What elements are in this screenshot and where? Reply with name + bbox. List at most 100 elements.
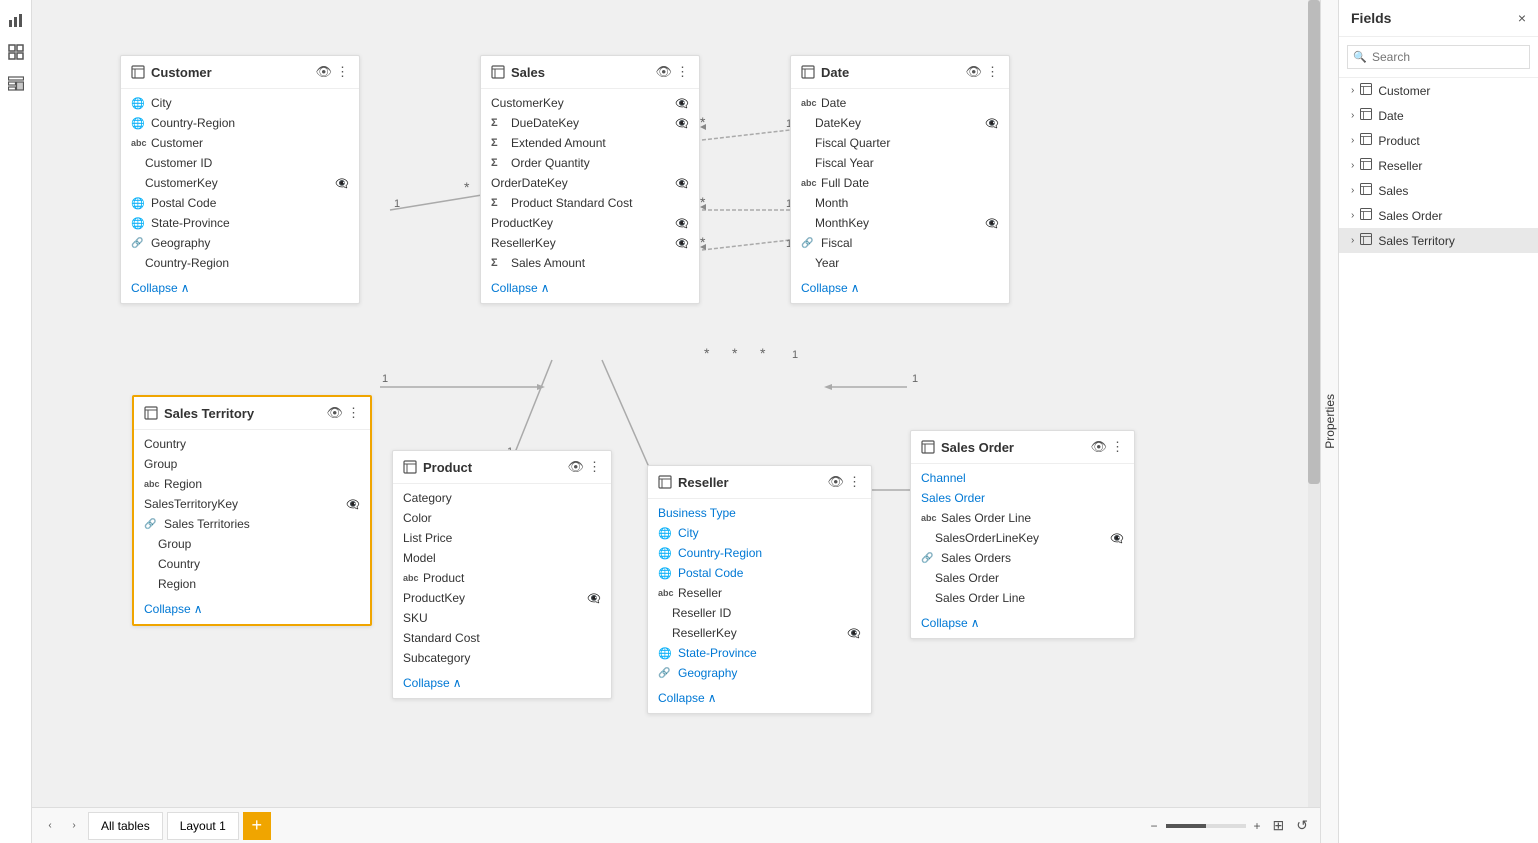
product-table-body: Category Color List Price Model abc Prod… [393, 484, 611, 672]
reseller-table: Reseller 👁 ⋮ Business Type 🌐 City 🌐 Coun… [647, 465, 872, 714]
sales-table-actions: 👁 ⋮ [655, 64, 689, 80]
sales-collapse[interactable]: Collapse ∧ [481, 277, 699, 303]
collapse-label: Collapse [801, 281, 848, 295]
zoom-slider[interactable] [1166, 824, 1246, 828]
refresh-icon[interactable]: ↺ [1292, 817, 1312, 834]
field-name: CustomerKey [145, 176, 218, 190]
nav-next-btn[interactable]: › [64, 816, 84, 836]
zoom-plus-btn[interactable]: + [1250, 819, 1265, 833]
svg-text:1: 1 [912, 373, 918, 385]
fit-icon[interactable]: ⊞ [1269, 817, 1289, 834]
field-row: Standard Cost [393, 628, 611, 648]
layout1-tab[interactable]: Layout 1 [167, 812, 239, 840]
field-name: Reseller [678, 586, 722, 600]
date-more-icon[interactable]: ⋮ [986, 64, 999, 80]
nav-prev-btn[interactable]: ‹ [40, 816, 60, 836]
customer-more-icon[interactable]: ⋮ [336, 64, 349, 80]
sales-order-collapse[interactable]: Collapse ∧ [911, 612, 1134, 638]
hierarchy-icon: 🔗 [658, 668, 672, 679]
globe-icon: 🌐 [131, 117, 145, 130]
table-icon [1360, 108, 1372, 123]
hidden-icon: 👁‍🗨 [675, 217, 689, 230]
all-tables-tab[interactable]: All tables [88, 812, 163, 840]
collapse-label: Collapse [491, 281, 538, 295]
field-row: Group [134, 454, 370, 474]
field-row: Fiscal Year [791, 153, 1009, 173]
canvas-scrollbar-thumb-v[interactable] [1308, 0, 1320, 484]
field-item-customer[interactable]: › Customer [1339, 78, 1538, 103]
canvas-area[interactable]: 1 * * * * 1 1 1 1 1 [32, 0, 1320, 807]
field-item-sales[interactable]: › Sales [1339, 178, 1538, 203]
reseller-table-icon [658, 475, 672, 489]
abc-icon: abc [801, 178, 815, 188]
model-icon[interactable] [4, 72, 28, 96]
chevron-right-icon: › [1351, 210, 1354, 221]
product-table-header: Product 👁 ⋮ [393, 451, 611, 484]
sales-table-title: Sales [511, 65, 649, 80]
product-eye-icon[interactable]: 👁 [567, 459, 584, 475]
sales-more-icon[interactable]: ⋮ [676, 64, 689, 80]
field-item-reseller[interactable]: › Reseller [1339, 153, 1538, 178]
field-row: Fiscal Quarter [791, 133, 1009, 153]
hidden-icon: 👁‍🗨 [346, 498, 360, 511]
field-item-label: Sales Territory [1378, 234, 1454, 248]
sales-territory-collapse[interactable]: Collapse ∧ [134, 598, 370, 624]
field-row: abc Customer [121, 133, 359, 153]
field-item-date[interactable]: › Date [1339, 103, 1538, 128]
date-table-header: Date 👁 ⋮ [791, 56, 1009, 89]
zoom-minus-btn[interactable]: − [1147, 819, 1162, 833]
customer-collapse[interactable]: Collapse ∧ [121, 277, 359, 303]
main-content: 1 * * * * 1 1 1 1 1 [32, 0, 1320, 843]
field-row: List Price [393, 528, 611, 548]
table-icon [1360, 158, 1372, 173]
field-row: ResellerKey 👁‍🗨 [481, 233, 699, 253]
field-item-sales-order[interactable]: › Sales Order [1339, 203, 1538, 228]
field-name: DateKey [815, 116, 861, 130]
field-row: Sales Order [911, 568, 1134, 588]
right-panel-header: Fields × [1339, 0, 1538, 37]
add-tab-button[interactable]: + [243, 812, 271, 840]
collapse-label: Collapse [131, 281, 178, 295]
product-more-icon[interactable]: ⋮ [588, 459, 601, 475]
search-input[interactable] [1347, 45, 1530, 69]
reseller-eye-icon[interactable]: 👁 [827, 474, 844, 490]
field-item-sales-territory[interactable]: › Sales Territory [1339, 228, 1538, 253]
field-row: 🔗 Fiscal [791, 233, 1009, 253]
field-name: Fiscal [821, 236, 852, 250]
globe-icon: 🌐 [658, 647, 672, 660]
field-name: Postal Code [678, 566, 743, 580]
reseller-collapse[interactable]: Collapse ∧ [648, 687, 871, 713]
search-field-wrapper [1347, 45, 1530, 69]
field-row: Model [393, 548, 611, 568]
bar-chart-icon[interactable] [4, 8, 28, 32]
sales-eye-icon[interactable]: 👁 [655, 64, 672, 80]
product-collapse[interactable]: Collapse ∧ [393, 672, 611, 698]
abc-icon: abc [144, 479, 158, 489]
canvas-scrollbar-v[interactable] [1308, 0, 1320, 807]
sales-territory-eye-icon[interactable]: 👁 [326, 405, 343, 421]
properties-tab-container[interactable]: Properties [1320, 0, 1338, 843]
sales-territory-more-icon[interactable]: ⋮ [347, 405, 360, 421]
sales-order-more-icon[interactable]: ⋮ [1111, 439, 1124, 455]
close-panel-button[interactable]: × [1518, 10, 1526, 26]
field-row: Σ Sales Amount [481, 253, 699, 273]
sales-table-icon [491, 65, 505, 79]
field-name: List Price [403, 531, 452, 545]
sales-order-eye-icon[interactable]: 👁 [1090, 439, 1107, 455]
grid-icon[interactable] [4, 40, 28, 64]
date-collapse[interactable]: Collapse ∧ [791, 277, 1009, 303]
customer-eye-icon[interactable]: 👁 [315, 64, 332, 80]
date-eye-icon[interactable]: 👁 [965, 64, 982, 80]
properties-tab[interactable]: Properties [1323, 394, 1337, 449]
collapse-chevron: ∧ [971, 616, 980, 630]
field-row: abc Region [134, 474, 370, 494]
field-row: MonthKey 👁‍🗨 [791, 213, 1009, 233]
reseller-more-icon[interactable]: ⋮ [848, 474, 861, 490]
field-row: abc Product [393, 568, 611, 588]
collapse-chevron: ∧ [541, 281, 550, 295]
field-name: Region [158, 577, 196, 591]
field-row: Subcategory [393, 648, 611, 668]
field-item-product[interactable]: › Product [1339, 128, 1538, 153]
field-row: 🌐 Country-Region [648, 543, 871, 563]
field-name: Product [423, 571, 464, 585]
